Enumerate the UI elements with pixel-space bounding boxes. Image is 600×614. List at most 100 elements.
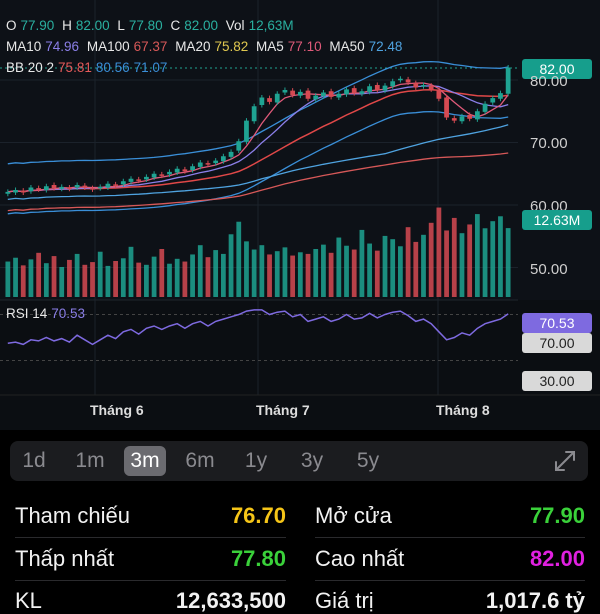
volume-bar (490, 221, 496, 297)
candle-body (321, 92, 326, 97)
volume-bar (398, 246, 403, 297)
range-3y-button[interactable]: 3y (292, 446, 332, 476)
candle-body (51, 185, 57, 189)
candle-body (67, 187, 72, 189)
candle-body (267, 98, 272, 102)
candle-body (228, 151, 234, 157)
volume-bar (421, 234, 426, 297)
expand-icon[interactable] (552, 448, 578, 474)
close-value: 82.00 (184, 18, 219, 33)
volume-bar (313, 249, 319, 297)
ma5-label: MA5 (256, 39, 284, 54)
volume-bar (120, 258, 126, 297)
candle-body (274, 93, 280, 103)
price-tick-70: 70.00 (530, 135, 568, 152)
volume-bar (90, 262, 95, 297)
candle-body (328, 91, 334, 97)
price-tick-80: 80.00 (530, 73, 568, 90)
rsi-value-tag: 70.53 (522, 313, 592, 333)
candle-body (390, 81, 396, 87)
candle-body (236, 141, 242, 151)
range-5y-button[interactable]: 5y (348, 446, 388, 476)
range-6m-button[interactable]: 6m (178, 446, 222, 476)
candle-body (382, 85, 388, 91)
volume-bar (236, 221, 242, 297)
candle-body (205, 163, 211, 165)
candle-body (374, 85, 380, 90)
volume-bar (36, 252, 42, 297)
candle-body (213, 160, 219, 164)
bb-legend: BB 20 2 75.81 80.56 71.07 (6, 60, 171, 75)
candle-body (36, 188, 42, 190)
rsi-level-30-tag: 30.00 (522, 371, 592, 391)
volume-tag: 12.63M (522, 210, 592, 230)
volume-bar (113, 261, 118, 297)
volume-bar (220, 253, 226, 297)
volume-bar (344, 245, 349, 297)
trade-value-value: 1,017.6 tỷ (485, 588, 585, 613)
candle-body (82, 185, 88, 188)
volume-label: KL (15, 588, 42, 613)
volume-bar (82, 264, 88, 297)
candle-body (59, 186, 65, 189)
candle-body (182, 169, 188, 172)
rsi-label: RSI 14 (6, 306, 48, 321)
candle-body (498, 93, 503, 99)
volume-bar (374, 250, 380, 297)
candle-body (505, 67, 511, 94)
volume-bar (59, 267, 65, 297)
candle-body (305, 90, 311, 99)
volume-bar (151, 256, 157, 297)
candle-body (451, 118, 457, 121)
volume-bar (428, 222, 434, 297)
candle-body (467, 115, 473, 119)
volume-bar (459, 233, 465, 297)
candle-body (405, 79, 411, 83)
ma50-value: 72.48 (368, 39, 403, 54)
bb-lower-value: 71.07 (133, 60, 168, 75)
volume-bar (28, 259, 34, 297)
volume-bar (505, 228, 511, 297)
range-1d-button[interactable]: 1d (14, 446, 54, 476)
candle-body (290, 90, 296, 95)
candle-body (120, 181, 126, 185)
volume-bar (274, 251, 280, 297)
volume-bar (43, 263, 49, 297)
candle-body (13, 190, 18, 193)
volume-bar (167, 263, 172, 297)
ma5-value: 77.10 (287, 39, 322, 54)
price-chart[interactable]: O 77.90 H 82.00 L 77.80 C 82.00 Vol 12,63M MA… (0, 0, 600, 430)
month-label-8: Tháng 8 (436, 402, 490, 418)
range-1y-button[interactable]: 1y (236, 446, 276, 476)
volume-bar (482, 228, 488, 297)
ma10-value: 74.96 (45, 39, 80, 54)
candle-body (367, 86, 372, 92)
volume-bar (244, 241, 249, 297)
candle-body (436, 90, 442, 99)
ma100-value: 67.37 (133, 39, 168, 54)
candle-body (251, 106, 257, 122)
volume-label: Vol (225, 18, 245, 33)
candle-body (174, 168, 180, 173)
candle-body (297, 91, 303, 96)
candle-body (359, 91, 365, 94)
high-price-value: 82.00 (529, 546, 585, 571)
open-value: 77.90 (20, 18, 55, 33)
ma20-label: MA20 (175, 39, 211, 54)
candle-body (28, 187, 34, 192)
range-3m-button[interactable]: 3m (124, 446, 166, 476)
volume-bar (351, 249, 357, 297)
ma10-label: MA10 (6, 39, 42, 54)
open-price-label: Mở cửa (315, 503, 392, 528)
volume-bar (5, 261, 11, 297)
volume-bar (205, 257, 211, 297)
volume-bar (182, 261, 188, 297)
range-1m-button[interactable]: 1m (68, 446, 112, 476)
volume-value: 12,63M (248, 18, 294, 33)
candle-body (90, 188, 95, 190)
volume-bar (328, 252, 334, 297)
high-value: 82.00 (75, 18, 110, 33)
volume-bar (444, 230, 449, 297)
candle-body (259, 97, 265, 105)
volume-bar (105, 265, 111, 297)
